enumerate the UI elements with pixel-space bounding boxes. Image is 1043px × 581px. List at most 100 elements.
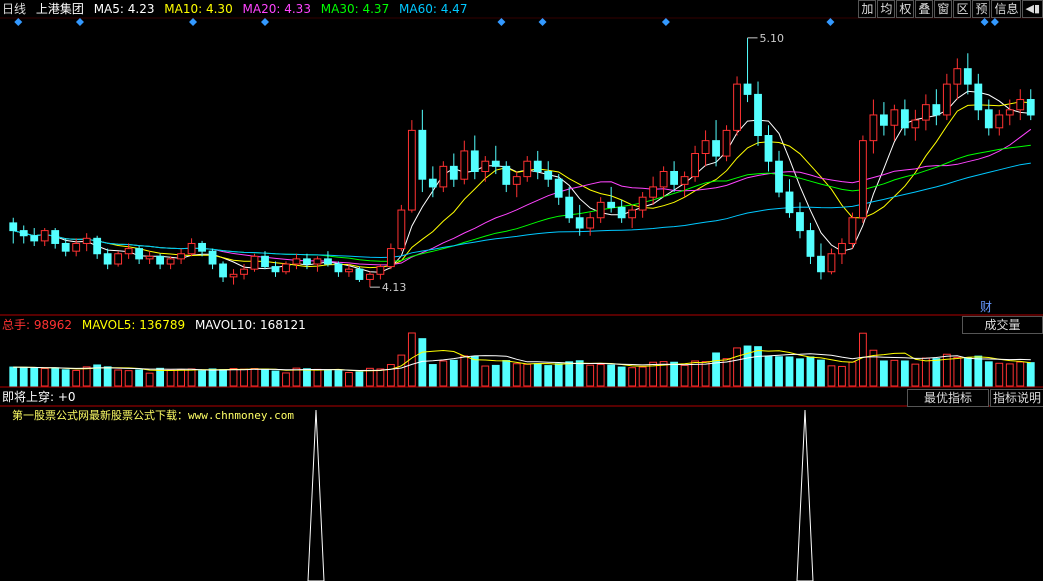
volume-bar <box>40 368 49 387</box>
volume-bar <box>827 365 836 387</box>
candle-body <box>754 93 762 137</box>
volume-bar <box>470 356 479 387</box>
candle-body <box>229 273 238 278</box>
toolbar-button-info[interactable]: 信息 <box>991 0 1022 18</box>
best-indicator-button[interactable]: 最优指标 <box>907 389 989 407</box>
candle-body <box>806 230 815 257</box>
ma5-line <box>13 90 1031 273</box>
candle-body <box>166 258 175 265</box>
volume-bar <box>303 368 311 387</box>
candle-body <box>208 250 217 265</box>
period-label[interactable]: 日线 <box>2 2 26 16</box>
volume-bar <box>848 361 857 387</box>
candle-body <box>680 176 689 185</box>
volume-bar <box>386 364 395 387</box>
volume-bar <box>533 363 542 387</box>
volume-bar <box>722 358 731 387</box>
volume-bar <box>61 369 70 387</box>
volume-bar <box>890 359 899 387</box>
candle-body <box>449 165 458 180</box>
volume-bar <box>764 355 773 387</box>
volume-bar <box>817 359 825 387</box>
volume-bar <box>1016 361 1025 387</box>
exit-icon[interactable]: ◀▮ <box>1022 0 1043 18</box>
finance-marker[interactable]: 财 <box>980 299 992 315</box>
volume-bar <box>208 368 217 387</box>
volume-bar <box>963 357 972 387</box>
volume-bar <box>156 367 165 387</box>
candle-body <box>292 258 301 265</box>
volume-bar <box>554 363 563 387</box>
event-marker-icon <box>14 18 23 26</box>
candle-body <box>890 109 899 126</box>
volume-bar <box>397 354 406 387</box>
candle-body <box>1026 99 1035 116</box>
indicator-spike <box>307 409 325 581</box>
event-marker-icon <box>826 18 835 26</box>
chart-canvas: 5.10 4.13 <box>0 17 1043 581</box>
candle-body <box>974 83 983 111</box>
toolbar-button-forecast[interactable]: 预 <box>972 0 991 18</box>
stock-name: 上港集团 <box>35 2 84 16</box>
candle-body <box>1005 109 1014 116</box>
ma20-label: MA20: 4.33 <box>242 2 311 16</box>
volume-bar <box>481 365 490 387</box>
candle-body <box>491 160 500 167</box>
volume-indicator-button[interactable]: 成交量 <box>962 316 1043 334</box>
candle-body <box>82 237 91 244</box>
candle-body <box>460 150 469 180</box>
candle-body <box>261 255 269 268</box>
candle-body <box>827 253 836 273</box>
toolbar-button-overlay[interactable]: 叠 <box>915 0 934 18</box>
volume-bar <box>240 368 248 387</box>
toolbar-button-add[interactable]: 加 <box>858 0 877 18</box>
toolbar: 加 均 权 叠 窗 区 预 信息 ◀▮ <box>857 0 1043 18</box>
candle-body <box>271 266 280 273</box>
volume-bar <box>135 369 144 387</box>
ma10-label: MA10: 4.30 <box>164 2 233 16</box>
candle-body <box>51 230 60 244</box>
volume-bar <box>502 360 511 387</box>
volume-bar <box>701 361 710 387</box>
candle-body <box>942 83 951 116</box>
toolbar-button-average[interactable]: 均 <box>877 0 896 18</box>
candle-body <box>187 242 196 255</box>
event-marker-icon <box>189 18 198 26</box>
volume-bar <box>271 370 280 387</box>
indicator-help-button[interactable]: 指标说明 <box>990 389 1043 407</box>
candle-body <box>838 242 846 255</box>
toolbar-button-rights[interactable]: 权 <box>896 0 915 18</box>
toolbar-button-window[interactable]: 窗 <box>934 0 953 18</box>
candle-body <box>334 263 343 273</box>
candle-body <box>145 255 154 260</box>
volume-bar <box>177 369 185 387</box>
candle-body <box>932 104 941 116</box>
volume-bar <box>124 370 133 387</box>
candle-body <box>733 83 741 131</box>
candle-body <box>72 242 81 252</box>
volume-bar <box>229 368 238 387</box>
mavol10-line <box>13 353 1031 372</box>
volume-bar <box>114 369 123 387</box>
volume-bar <box>932 358 941 387</box>
volume-bar <box>334 370 343 387</box>
candle-body <box>900 109 909 129</box>
toolbar-button-range[interactable]: 区 <box>953 0 972 18</box>
candle-body <box>817 255 825 273</box>
candle-body <box>921 104 930 121</box>
candle-body <box>638 196 647 211</box>
volume-bar <box>345 372 353 387</box>
volume-bar <box>586 364 595 387</box>
event-marker-icon <box>497 18 506 26</box>
event-marker-icon <box>980 18 989 26</box>
ma20-line <box>13 128 1032 266</box>
volume-total: 总手: 98962 <box>2 318 73 332</box>
candle-body <box>554 178 563 198</box>
candle-body <box>19 230 28 237</box>
candle-body <box>785 191 794 214</box>
candle-body <box>30 235 39 242</box>
volume-bar <box>544 365 553 387</box>
volume-bar <box>428 364 437 387</box>
event-marker-icon <box>538 18 547 26</box>
volume-bar <box>775 356 783 387</box>
